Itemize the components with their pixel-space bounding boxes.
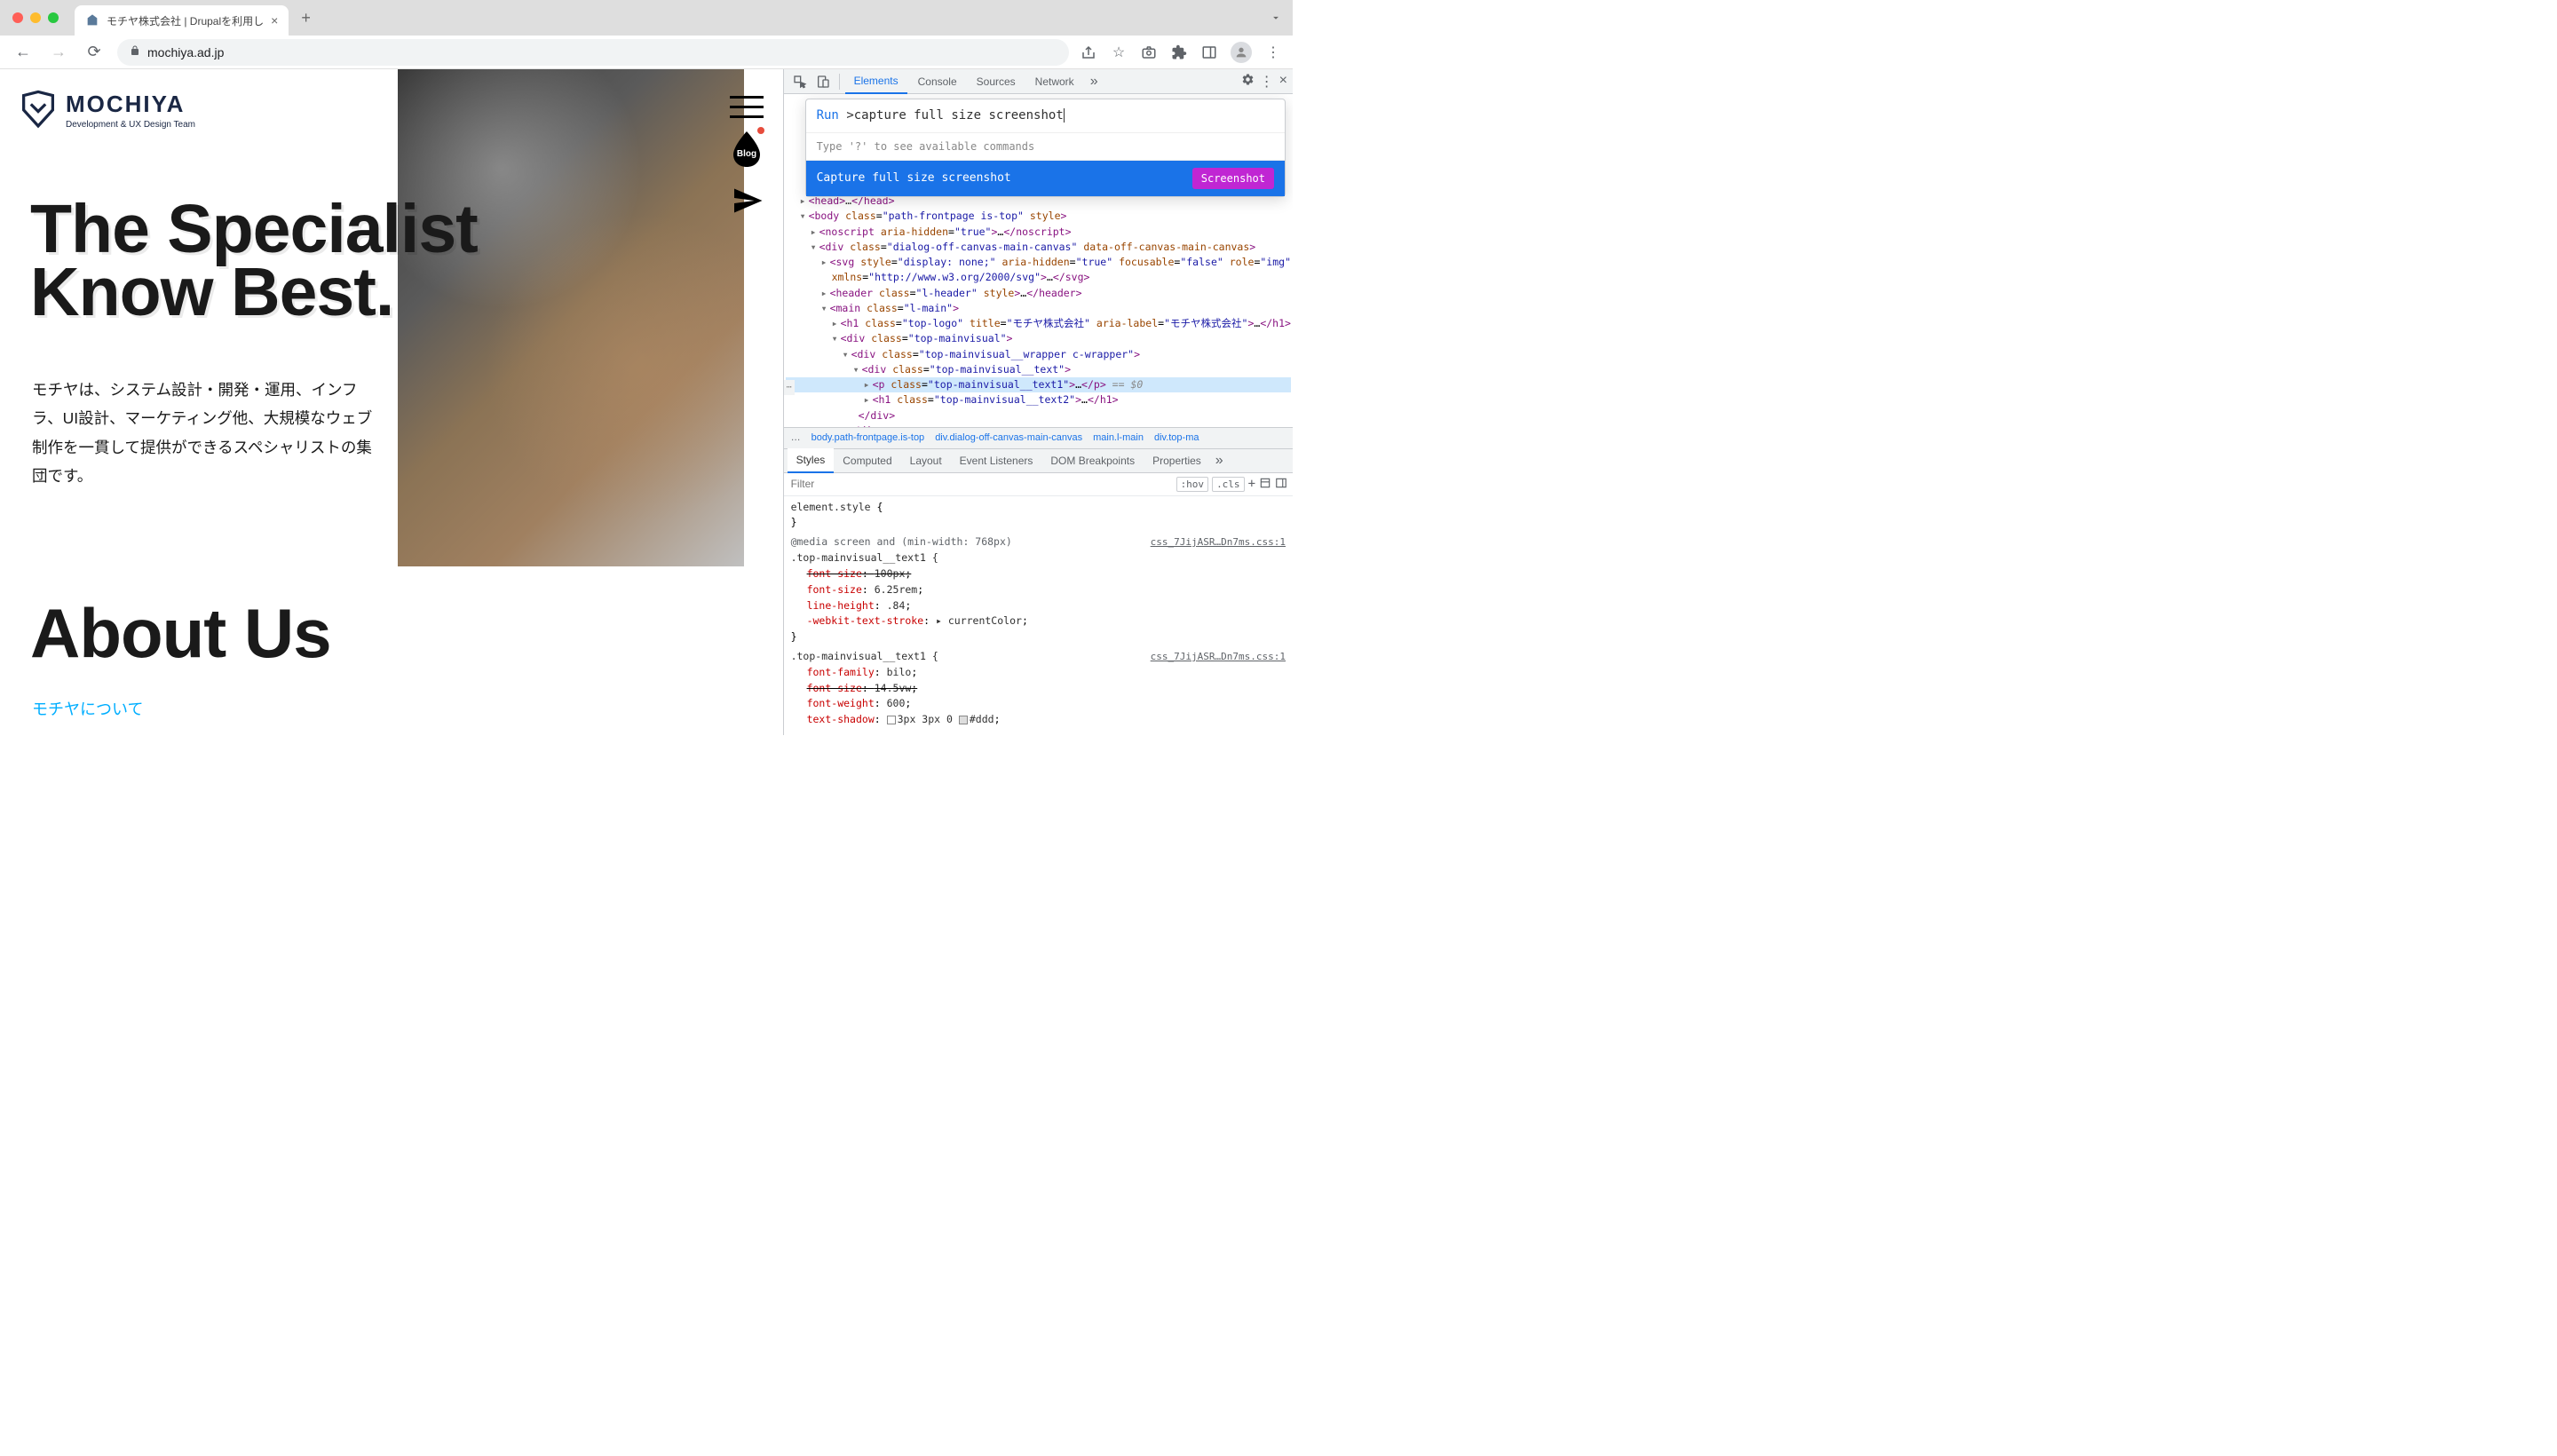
devtools-menu-icon[interactable]: ⋮ [1260,73,1274,91]
tab-bar: モチヤ株式会社 | Drupalを利用し × + [0,0,1293,36]
logo-area[interactable]: MOCHIYA Development & UX Design Team [20,90,195,130]
command-result-label: Capture full size screenshot [817,170,1011,187]
window-minimize-button[interactable] [30,12,41,23]
dom-breadcrumb[interactable]: … body.path-frontpage.is-top div.dialog-… [784,427,1293,448]
subtab-dom-breakpoints[interactable]: DOM Breakpoints [1041,448,1144,473]
contact-paper-plane-icon[interactable] [732,185,764,221]
computed-styles-icon[interactable] [1259,477,1271,492]
hover-toggle[interactable]: :hov [1176,477,1209,492]
logo-text: MOCHIYA [66,91,195,118]
devtools-settings-icon[interactable] [1241,73,1255,91]
browser-chrome: モチヤ株式会社 | Drupalを利用し × + ← → ⟳ mochiya.a… [0,0,1293,69]
about-us-heading: About Us [30,593,331,674]
devtools-tab-bar: Elements Console Sources Network » ⋮ × [784,69,1293,94]
blog-badge[interactable]: Blog [732,130,762,173]
lock-icon [130,45,140,59]
css-source-link[interactable]: css_7JijASR…Dn7ms.css:1 [1151,534,1286,550]
subtab-event-listeners[interactable]: Event Listeners [951,448,1042,473]
cls-toggle[interactable]: .cls [1212,477,1245,492]
logo-mark-icon [20,90,57,130]
styles-rules[interactable]: element.style { } @media screen and (min… [784,496,1293,735]
elements-panel[interactable]: ⋯ Run >capture full size screenshot Type… [784,94,1293,427]
url-text: mochiya.ad.jp [147,45,224,59]
logo-subtitle: Development & UX Design Team [66,120,195,130]
devtools-close-icon[interactable]: × [1279,73,1287,91]
subtab-layout[interactable]: Layout [901,448,951,473]
command-menu: Run >capture full size screenshot Type '… [805,99,1286,197]
extensions-icon[interactable] [1170,44,1188,61]
share-icon[interactable] [1080,44,1097,61]
more-tabs-chevron-icon[interactable]: » [1085,74,1104,90]
about-us-subtitle: モチヤについて [32,697,143,720]
reload-button[interactable]: ⟳ [82,43,107,61]
hero-description: モチヤは、システム設計・開発・運用、インフラ、UI設計、マーケティング他、大規模… [32,376,387,491]
side-panel-icon[interactable] [1200,44,1218,61]
browser-tab[interactable]: モチヤ株式会社 | Drupalを利用し × [75,5,289,36]
url-bar[interactable]: mochiya.ad.jp [117,39,1069,66]
hero-headline: The Specialist Know Best. [30,198,598,324]
tab-favicon-icon [85,13,99,28]
tab-close-icon[interactable]: × [271,13,278,28]
svg-text:Blog: Blog [736,149,756,159]
bookmark-star-icon[interactable]: ☆ [1110,44,1128,61]
devtools-panel: Elements Console Sources Network » ⋮ × ⋯… [783,69,1293,735]
profile-avatar[interactable] [1231,42,1252,63]
window-close-button[interactable] [12,12,23,23]
tab-elements[interactable]: Elements [845,69,907,94]
camera-icon[interactable] [1140,44,1158,61]
menu-dots-icon[interactable]: ⋮ [1264,44,1282,61]
styles-filter-bar: :hov .cls + [784,473,1293,496]
command-input[interactable]: Run >capture full size screenshot [806,99,1285,133]
styles-tab-bar: Styles Computed Layout Event Listeners D… [784,448,1293,473]
more-subtabs-chevron-icon[interactable]: » [1210,453,1229,469]
traffic-lights [12,12,59,23]
dom-actions-icon[interactable]: ⋯ [784,380,795,395]
tab-list-chevron-icon[interactable] [1270,12,1282,24]
new-style-rule-icon[interactable]: + [1248,477,1255,491]
tab-network[interactable]: Network [1026,69,1083,94]
subtab-styles[interactable]: Styles [788,448,835,473]
forward-button[interactable]: → [46,43,71,61]
subtab-properties[interactable]: Properties [1144,448,1210,473]
toolbar-right: ☆ ⋮ [1080,42,1282,63]
page-content: MOCHIYA Development & UX Design Team Blo… [0,69,783,735]
command-category-badge: Screenshot [1192,168,1274,189]
tab-console[interactable]: Console [909,69,966,94]
command-hint: Type '?' to see available commands [806,133,1285,161]
inspect-element-icon[interactable] [789,71,811,92]
tab-sources[interactable]: Sources [968,69,1025,94]
device-toggle-icon[interactable] [812,71,834,92]
new-tab-button[interactable]: + [301,9,311,28]
subtab-computed[interactable]: Computed [834,448,900,473]
command-result-item[interactable]: Capture full size screenshot Screenshot [806,161,1285,196]
toggle-sidebar-icon[interactable] [1275,477,1287,492]
hamburger-menu-button[interactable] [730,96,764,118]
back-button[interactable]: ← [11,43,36,61]
styles-filter-input[interactable] [784,478,1171,490]
browser-toolbar: ← → ⟳ mochiya.ad.jp ☆ ⋮ [0,36,1293,69]
css-source-link[interactable]: css_7JijASR…Dn7ms.css:1 [1151,649,1286,664]
window-maximize-button[interactable] [48,12,59,23]
main-layout: MOCHIYA Development & UX Design Team Blo… [0,69,1293,735]
tab-title: モチヤ株式会社 | Drupalを利用し [107,13,264,28]
